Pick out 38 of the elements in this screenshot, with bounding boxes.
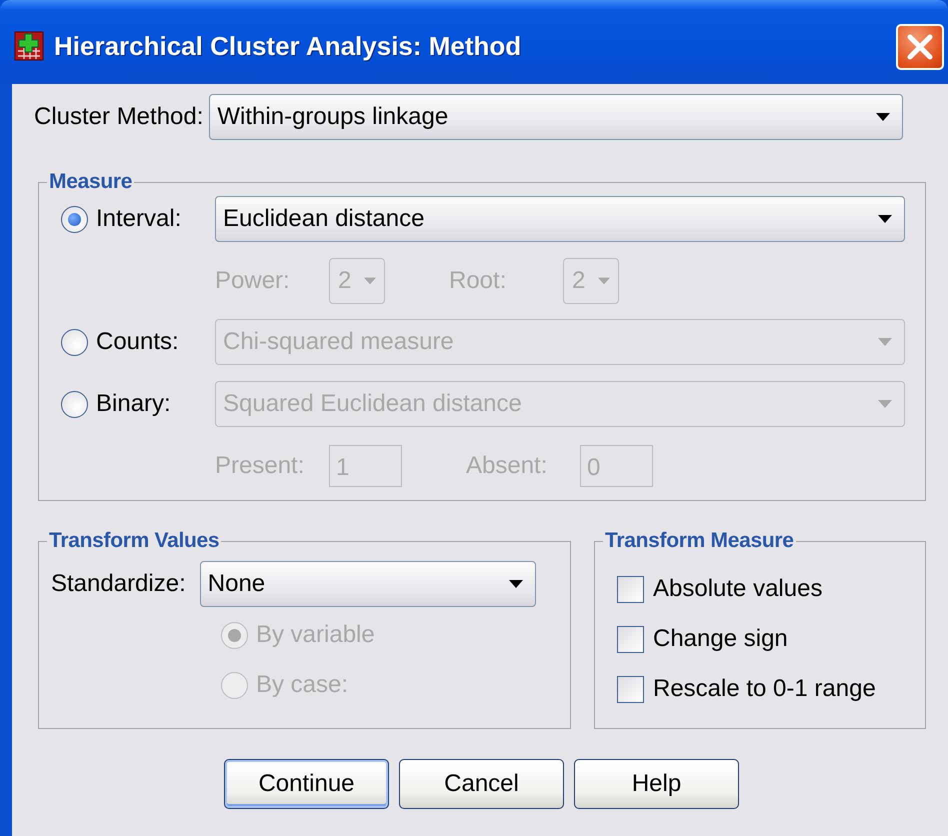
caret-icon (598, 276, 610, 284)
field-label: Power: (215, 266, 291, 294)
caret-icon (878, 338, 892, 346)
close-button[interactable] (896, 24, 944, 70)
radio-label: Binary: (96, 390, 171, 418)
app-icon (14, 31, 44, 61)
group-title: Measure (48, 170, 134, 194)
radio-label: By case: (256, 671, 348, 699)
caret-icon (876, 113, 890, 121)
dialog-button[interactable]: Cancel (399, 759, 564, 809)
checkbox-label: Rescale to 0-1 range (653, 675, 876, 703)
dropdown[interactable]: Euclidean distance (215, 196, 905, 242)
dialog-button[interactable]: Help (574, 759, 739, 809)
radio-button[interactable] (61, 206, 88, 232)
caret-icon (508, 580, 523, 588)
caret-icon (878, 215, 892, 223)
field-label: Standardize: (51, 570, 186, 598)
radio-label: Interval: (96, 205, 182, 233)
field-label: Absent: (466, 452, 548, 480)
window-title: Hierarchical Cluster Analysis: Method (54, 30, 522, 62)
checkbox-label: Absolute values (653, 575, 822, 603)
checkbox[interactable] (617, 576, 644, 602)
field-label: Cluster Method: (34, 103, 204, 131)
dropdown[interactable]: Within-groups linkage (209, 94, 904, 140)
close-icon (907, 34, 933, 60)
field-label: Root: (449, 266, 508, 294)
caret-icon (878, 400, 892, 408)
group-title: Transform Values (48, 529, 220, 553)
radio-label: By variable (256, 621, 375, 649)
dropdown[interactable]: None (200, 561, 536, 607)
checkbox[interactable] (617, 676, 644, 702)
radio-label: Counts: (96, 328, 179, 356)
field-label: Present: (215, 452, 306, 480)
dialog-button[interactable]: Continue (224, 759, 389, 809)
group-title: Transform Measure (604, 529, 795, 553)
caret-icon (364, 276, 376, 284)
checkbox-label: Change sign (653, 625, 788, 653)
checkbox[interactable] (617, 626, 644, 652)
